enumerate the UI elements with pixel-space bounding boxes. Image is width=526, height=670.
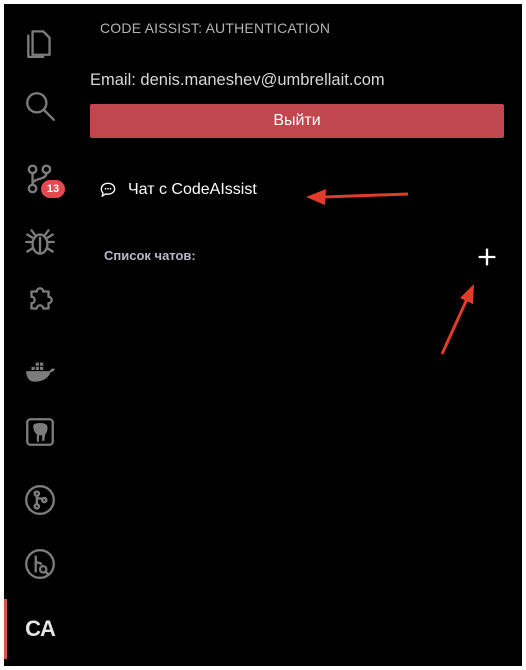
postgres-icon (26, 418, 54, 446)
activity-item-explorer[interactable] (4, 12, 76, 72)
extensions-icon (30, 287, 53, 310)
search-icon (26, 92, 55, 121)
activity-item-code-assist[interactable]: CA (4, 599, 76, 659)
side-panel: CODE AISSIST: AUTHENTICATION Email: deni… (76, 4, 522, 666)
chat-with-code-assist-item[interactable]: Чат с CodeAIssist (98, 178, 257, 202)
source-control-badge: 13 (41, 180, 65, 198)
docker-icon (26, 362, 55, 382)
debug-icon (25, 229, 55, 255)
chat-item-label: Чат с CodeAIssist (128, 181, 257, 198)
activity-bar: 13 CA (4, 4, 76, 666)
panel-title: CODE AISSIST: AUTHENTICATION (100, 20, 331, 36)
activity-item-git-graph[interactable] (4, 470, 76, 530)
activity-item-docker[interactable] (4, 340, 76, 400)
app-window: 13 CA CODE AISSIST: AUTHENTICATION Email… (4, 4, 522, 666)
activity-item-search[interactable] (4, 76, 76, 136)
git-graph-icon (25, 485, 55, 515)
activity-item-debug[interactable] (4, 212, 76, 272)
activity-item-extensions[interactable] (4, 270, 76, 330)
code-assist-icon: CA (25, 616, 56, 641)
activity-item-postgres[interactable] (4, 402, 76, 462)
user-email: Email: denis.maneshev@umbrellait.com (90, 71, 385, 89)
chat-list-label: Список чатов: (104, 248, 196, 263)
git-lens-icon (25, 549, 55, 579)
chat-bubble-icon (100, 182, 116, 197)
activity-item-git-lens[interactable] (4, 534, 76, 594)
add-chat-button[interactable] (474, 244, 500, 270)
plus-icon (478, 248, 496, 266)
logout-button[interactable]: Выйти (90, 104, 504, 138)
files-icon (27, 30, 51, 59)
activity-item-source-control[interactable]: 13 (4, 150, 76, 210)
